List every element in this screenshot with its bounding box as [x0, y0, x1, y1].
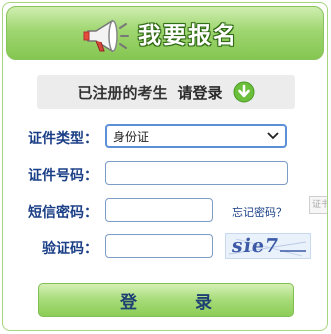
captcha-input[interactable] — [105, 234, 213, 258]
megaphone-icon — [83, 19, 129, 53]
id-type-select[interactable]: 身份证 — [105, 124, 287, 148]
down-arrow-icon[interactable] — [233, 81, 255, 103]
id-number-label: 证件号码： — [28, 168, 98, 184]
id-type-label: 证件类型： — [28, 131, 98, 147]
sms-password-input[interactable] — [105, 198, 213, 222]
banner-title: 我要报名 — [138, 23, 238, 49]
captcha-image[interactable]: sie7 — [225, 233, 311, 259]
login-link[interactable]: 请登录 — [178, 82, 223, 103]
registered-bar[interactable]: 已注册的考生 请登录 — [37, 75, 295, 109]
captcha-label: 验证码： — [42, 241, 98, 257]
login-button-label: 登 录 — [120, 292, 238, 313]
banner: 我要报名 — [6, 6, 324, 60]
captcha-text: sie7 — [230, 235, 281, 257]
sms-password-label: 短信密码： — [28, 205, 98, 221]
registration-panel: 我要报名 已注册的考生 请登录 证件类型： 身份证 证件号码： 短信密码： 忘记… — [2, 2, 328, 331]
id-type-value: 身份证 — [113, 129, 150, 144]
forgot-password-link[interactable]: 忘记密码？ — [232, 204, 287, 220]
id-number-input[interactable] — [105, 161, 288, 185]
login-button[interactable]: 登 录 — [38, 283, 294, 317]
chevron-down-icon — [267, 132, 279, 140]
side-tag: 证书 — [309, 196, 327, 214]
registered-text: 已注册的考生 — [77, 83, 168, 102]
